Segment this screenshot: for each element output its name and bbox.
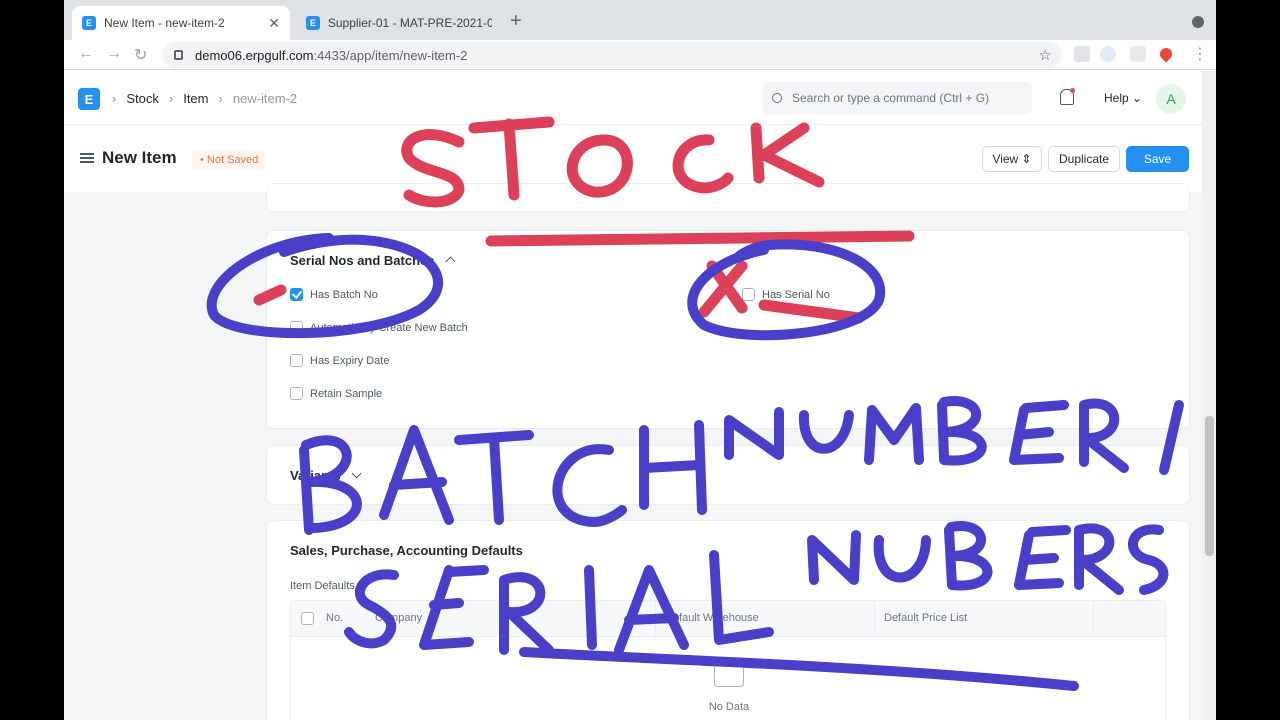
checkbox[interactable]	[290, 387, 303, 400]
view-button[interactable]: View ⇕	[982, 146, 1042, 172]
scrollbar[interactable]	[1202, 71, 1216, 720]
tab-new-item[interactable]: E New Item - new-item-2 ✕	[72, 6, 290, 40]
section-title[interactable]: Variants	[290, 468, 362, 483]
checkbox-label: Automatically Create New Batch	[310, 321, 468, 334]
url-path: :4433/app/item/new-item-2	[313, 47, 468, 63]
empty-state-text: No Data	[708, 701, 750, 713]
chevron-right-icon: ›	[168, 91, 174, 106]
main-content: Serial Nos and Batches Has Batch No Auto…	[64, 183, 1216, 720]
save-button[interactable]: Save	[1126, 146, 1189, 172]
bookmark-star-icon[interactable]: ☆	[1039, 46, 1052, 64]
section-title-text: Serial Nos and Batches	[290, 253, 435, 268]
extension-icon[interactable]	[1100, 46, 1116, 62]
app-logo[interactable]: E	[78, 88, 100, 110]
extension-icon[interactable]	[1074, 46, 1090, 62]
help-dropdown[interactable]: Help ⌄	[1104, 91, 1142, 105]
section-title[interactable]: Serial Nos and Batches	[290, 253, 455, 268]
chevron-right-icon: ›	[112, 91, 117, 106]
checkbox-label: Retain Sample	[310, 387, 383, 400]
has-expiry-date-checkbox[interactable]: Has Expiry Date	[290, 354, 389, 367]
avatar[interactable]: A	[1156, 84, 1186, 114]
browser-menu-icon[interactable]: ⋮	[1192, 44, 1208, 64]
breadcrumb: › Stock › Item › new-item-2	[112, 91, 297, 106]
column-header-company: Company	[375, 612, 423, 624]
new-tab-button[interactable]: +	[510, 10, 522, 33]
extension-icon[interactable]	[1157, 45, 1175, 63]
item-defaults-table: No. Company Default Warehouse Default Pr…	[290, 600, 1166, 720]
browser-window: E New Item - new-item-2 ✕ E Supplier-01 …	[64, 0, 1216, 720]
app-navbar: E › Stock › Item › new-item-2 Search or …	[64, 71, 1216, 125]
has-batch-no-checkbox[interactable]: Has Batch No	[290, 288, 378, 301]
url-host: demo06.erpgulf.com	[195, 47, 314, 63]
back-icon[interactable]: ←	[78, 45, 94, 63]
url-field[interactable]: demo06.erpgulf.com :4433/app/item/new-it…	[162, 42, 1062, 68]
duplicate-button[interactable]: Duplicate	[1048, 146, 1120, 172]
scrollbar-thumb[interactable]	[1205, 416, 1214, 556]
column-header-warehouse: Default Warehouse	[665, 612, 759, 624]
status-text: Not Saved	[206, 154, 259, 166]
checkbox-label: Has Serial No	[762, 288, 830, 301]
search-placeholder: Search or type a command (Ctrl + G)	[792, 91, 990, 105]
checkbox-checked[interactable]	[290, 288, 303, 301]
forward-icon[interactable]: →	[106, 45, 122, 63]
chevron-right-icon: ›	[218, 91, 223, 106]
tab-search-icon[interactable]	[1192, 16, 1204, 28]
column-divider	[874, 601, 875, 637]
breadcrumb-item[interactable]: Item	[183, 91, 208, 106]
column-divider	[1093, 601, 1094, 637]
lock-icon	[174, 50, 183, 60]
address-bar-row: ← → ↻ demo06.erpgulf.com :4433/app/item/…	[64, 40, 1216, 70]
select-all-checkbox[interactable]	[301, 612, 314, 625]
tab-strip: E New Item - new-item-2 ✕ E Supplier-01 …	[64, 0, 1216, 40]
has-serial-no-checkbox[interactable]: Has Serial No	[742, 288, 830, 301]
empty-table-icon	[714, 661, 744, 687]
retain-sample-checkbox[interactable]: Retain Sample	[290, 387, 382, 400]
search-icon	[772, 93, 782, 103]
table-label: Item Defaults	[290, 580, 355, 592]
close-tab-icon[interactable]: ✕	[268, 15, 280, 32]
view-label: View	[992, 152, 1019, 166]
checkbox-label: Has Expiry Date	[310, 354, 390, 367]
chevron-down-icon[interactable]	[351, 468, 362, 479]
auto-create-batch-checkbox[interactable]: Automatically Create New Batch	[290, 321, 468, 334]
chevron-up-icon[interactable]	[445, 256, 455, 267]
notification-dot	[1070, 88, 1075, 93]
tab-supplier[interactable]: E Supplier-01 - MAT-PRE-2021-0	[296, 6, 502, 40]
status-badge: • Not Saved	[192, 150, 267, 170]
erpnext-favicon-icon: E	[306, 16, 320, 30]
column-header-no: No.	[326, 612, 344, 624]
checkbox[interactable]	[742, 288, 755, 301]
help-label: Help	[1104, 91, 1129, 105]
puzzle-icon[interactable]	[1130, 46, 1146, 62]
checkbox-label: Has Batch No	[310, 288, 378, 301]
table-header: No. Company Default Warehouse Default Pr…	[291, 601, 1165, 637]
column-header-price-list: Default Price List	[884, 612, 968, 624]
search-input[interactable]: Search or type a command (Ctrl + G)	[762, 82, 1032, 114]
variants-section[interactable]: Variants	[266, 445, 1190, 505]
breadcrumb-current: new-item-2	[232, 91, 298, 106]
previous-section-card	[266, 183, 1190, 212]
reload-icon[interactable]: ↻	[134, 45, 147, 65]
tab-title: Supplier-01 - MAT-PRE-2021-0	[327, 16, 492, 30]
section-title-text: Variants	[290, 468, 341, 483]
checkbox[interactable]	[290, 354, 303, 367]
checkbox[interactable]	[290, 321, 303, 334]
erpnext-favicon-icon: E	[82, 16, 96, 30]
tab-title: New Item - new-item-2	[104, 16, 225, 30]
column-divider	[655, 601, 656, 637]
section-title[interactable]: Sales, Purchase, Accounting Defaults	[290, 543, 523, 558]
page-title: New Item	[102, 148, 177, 167]
breadcrumb-stock[interactable]: Stock	[126, 91, 159, 106]
sidebar-toggle-icon[interactable]	[80, 153, 94, 163]
serial-batches-section: Serial Nos and Batches Has Batch No Auto…	[266, 230, 1190, 429]
